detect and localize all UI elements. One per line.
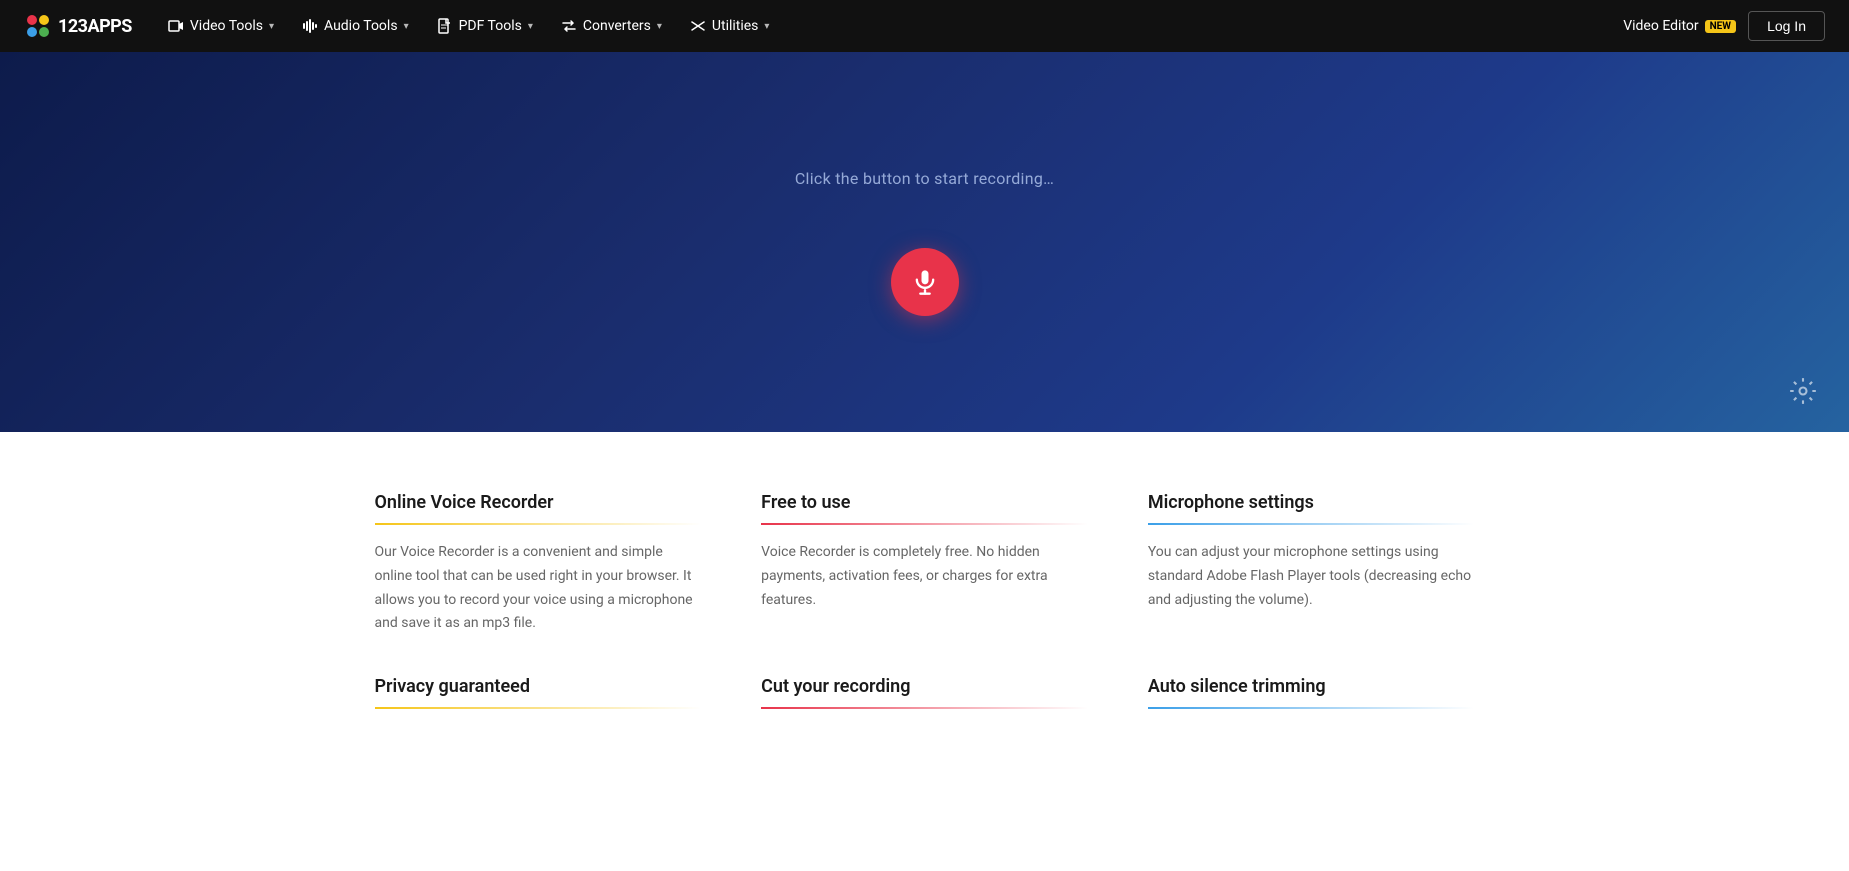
chevron-down-icon-5: ▾ <box>764 21 769 32</box>
brand-name: 123APPS <box>58 16 132 37</box>
converters-icon <box>561 18 577 34</box>
chevron-down-icon-2: ▾ <box>404 21 409 32</box>
logo[interactable]: 123APPS <box>24 12 132 40</box>
feature-underline-2 <box>1148 523 1475 525</box>
logo-icon <box>24 12 52 40</box>
feature-text-1: Voice Recorder is completely free. No hi… <box>761 541 1088 612</box>
nav-label-utilities: Utilities <box>712 18 759 34</box>
pdf-icon <box>437 18 453 34</box>
nav-items: Video Tools ▾ Audio Tools ▾ PDF Tools <box>156 12 1615 40</box>
feature-online-voice-recorder: Online Voice Recorder Our Voice Recorder… <box>375 492 702 636</box>
video-editor-button[interactable]: Video Editor NEW <box>1623 18 1736 34</box>
login-button[interactable]: Log In <box>1748 11 1825 41</box>
audio-icon <box>302 18 318 34</box>
feature-underline-1 <box>761 523 1088 525</box>
feature-title-3: Privacy guaranteed <box>375 676 702 697</box>
chevron-down-icon-3: ▾ <box>528 21 533 32</box>
chevron-down-icon-4: ▾ <box>657 21 662 32</box>
nav-label-video-tools: Video Tools <box>190 18 263 34</box>
feature-underline-3 <box>375 707 702 709</box>
feature-underline-4 <box>761 707 1088 709</box>
hero-section: Click the button to start recording… <box>0 52 1849 432</box>
feature-text-0: Our Voice Recorder is a convenient and s… <box>375 541 702 636</box>
nav-item-utilities[interactable]: Utilities ▾ <box>678 12 782 40</box>
video-icon <box>168 18 184 34</box>
feature-auto-silence-trimming: Auto silence trimming <box>1148 676 1475 725</box>
feature-underline-5 <box>1148 707 1475 709</box>
settings-button[interactable] <box>1789 377 1817 408</box>
feature-title-1: Free to use <box>761 492 1088 513</box>
nav-item-audio-tools[interactable]: Audio Tools ▾ <box>290 12 421 40</box>
feature-title-2: Microphone settings <box>1148 492 1475 513</box>
feature-privacy-guaranteed: Privacy guaranteed <box>375 676 702 725</box>
nav-right: Video Editor NEW Log In <box>1623 11 1825 41</box>
record-button[interactable] <box>891 248 959 316</box>
feature-microphone-settings: Microphone settings You can adjust your … <box>1148 492 1475 636</box>
video-editor-label: Video Editor <box>1623 18 1698 34</box>
feature-title-5: Auto silence trimming <box>1148 676 1475 697</box>
nav-label-pdf-tools: PDF Tools <box>459 18 522 34</box>
settings-icon <box>1789 377 1817 405</box>
hero-hint-text: Click the button to start recording… <box>795 169 1054 188</box>
features-grid: Online Voice Recorder Our Voice Recorder… <box>375 492 1475 725</box>
nav-item-video-tools[interactable]: Video Tools ▾ <box>156 12 286 40</box>
content-section: Online Voice Recorder Our Voice Recorder… <box>0 432 1849 765</box>
nav-item-converters[interactable]: Converters ▾ <box>549 12 674 40</box>
chevron-down-icon: ▾ <box>269 21 274 32</box>
feature-cut-recording: Cut your recording <box>761 676 1088 725</box>
utilities-icon <box>690 18 706 34</box>
nav-label-converters: Converters <box>583 18 651 34</box>
feature-title-0: Online Voice Recorder <box>375 492 702 513</box>
new-badge: NEW <box>1705 20 1736 33</box>
feature-free-to-use: Free to use Voice Recorder is completely… <box>761 492 1088 636</box>
feature-title-4: Cut your recording <box>761 676 1088 697</box>
nav-label-audio-tools: Audio Tools <box>324 18 398 34</box>
feature-underline-0 <box>375 523 702 525</box>
nav-item-pdf-tools[interactable]: PDF Tools ▾ <box>425 12 545 40</box>
microphone-icon <box>911 268 939 296</box>
navbar: 123APPS Video Tools ▾ Audio Tools ▾ <box>0 0 1849 52</box>
feature-text-2: You can adjust your microphone settings … <box>1148 541 1475 612</box>
